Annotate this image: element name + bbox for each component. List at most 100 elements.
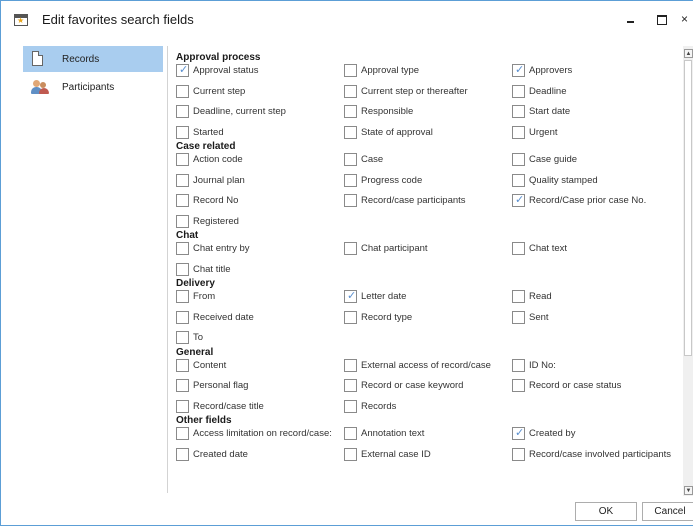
scroll-up-arrow-icon[interactable]: ▲ (684, 49, 693, 58)
checkbox-label: Approval status (193, 65, 259, 76)
checkbox-label: Records (361, 400, 397, 412)
checkbox-label: Start date (529, 106, 571, 117)
checkbox-label: Annotation text (361, 428, 425, 439)
checkbox-box[interactable]: ✓ (344, 379, 357, 392)
checkbox-label: Content (193, 359, 227, 371)
favorites-star-icon: ★ (14, 14, 28, 26)
checkbox-label: Case (361, 154, 384, 165)
checkbox-box[interactable]: ✓ (512, 447, 525, 461)
checkbox-label: Record/case involved participants (529, 448, 672, 460)
checkbox-label: Read (529, 291, 552, 302)
checkbox-box[interactable]: ✓ (344, 105, 357, 118)
checkbox-box[interactable]: ✓ (176, 214, 189, 228)
scroll-down-arrow-icon[interactable]: ▼ (684, 486, 693, 495)
checkbox-box[interactable]: ✓ (344, 173, 357, 187)
checkbox-box[interactable]: ✓ (344, 427, 357, 440)
maximize-button[interactable] (652, 10, 672, 28)
scroll-thumb[interactable] (684, 60, 692, 356)
checkbox-label: ID No: (529, 359, 556, 371)
checkbox-box[interactable]: ✓ (176, 125, 189, 139)
checkbox-box[interactable]: ✓ (512, 242, 525, 255)
checkbox-box[interactable]: ✓ (344, 310, 357, 324)
checkbox-label: Responsible (361, 106, 414, 117)
checkbox-box[interactable]: ✓ (344, 64, 357, 77)
group-header: Chat (176, 230, 199, 241)
checkbox-label: Current step or thereafter (361, 85, 468, 97)
group-header: Delivery (176, 278, 215, 289)
checkbox-box[interactable]: ✓ (176, 64, 189, 77)
checkbox-box[interactable]: ✓ (344, 358, 357, 372)
sidebar-item-records[interactable]: Records (23, 46, 163, 72)
checkbox-box[interactable]: ✓ (512, 64, 525, 77)
checkbox-box[interactable]: ✓ (512, 84, 525, 98)
checkbox-label: Record/Case prior case No. (529, 195, 647, 206)
checkbox-box[interactable]: ✓ (344, 242, 357, 255)
checkbox-box[interactable]: ✓ (344, 447, 357, 461)
checkbox-box[interactable]: ✓ (176, 153, 189, 166)
checkbox-label: To (193, 332, 204, 343)
checkbox-box[interactable]: ✓ (512, 153, 525, 166)
checkbox-box[interactable]: ✓ (512, 194, 525, 207)
checkbox-label: Record/case participants (361, 195, 466, 206)
checkbox-label: Approvers (529, 65, 573, 76)
checkbox-box[interactable]: ✓ (344, 399, 357, 413)
checkbox-label: Chat entry by (193, 243, 250, 254)
checkbox-box[interactable]: ✓ (512, 379, 525, 392)
checkbox-box[interactable]: ✓ (176, 358, 189, 372)
checkbox-box[interactable]: ✓ (512, 358, 525, 372)
checkbox-box[interactable]: ✓ (176, 194, 189, 207)
checkbox-box[interactable]: ✓ (176, 290, 189, 303)
checkbox-box[interactable]: ✓ (512, 125, 525, 139)
checkbox-label: Record or case status (529, 380, 622, 391)
checkbox-box[interactable]: ✓ (176, 399, 189, 413)
close-button[interactable]: × (681, 10, 693, 28)
checkbox-label: Access limitation on record/case: (193, 428, 332, 439)
checkbox-box[interactable]: ✓ (176, 447, 189, 461)
checkbox-label: State of approval (361, 126, 433, 138)
group-header: Other fields (176, 415, 232, 426)
checkbox-box[interactable]: ✓ (176, 427, 189, 440)
checkbox-box[interactable]: ✓ (176, 84, 189, 98)
checkbox-label: Approval type (361, 65, 420, 76)
checkbox-label: Chat text (529, 243, 568, 254)
checkmark-icon: ✓ (179, 64, 189, 76)
checkmark-icon: ✓ (347, 290, 357, 302)
checkbox-box[interactable]: ✓ (176, 331, 189, 344)
checkbox-box[interactable]: ✓ (176, 105, 189, 118)
checkbox-label: Journal plan (193, 174, 245, 186)
checkbox-box[interactable]: ✓ (176, 173, 189, 187)
checkbox-box[interactable]: ✓ (512, 105, 525, 118)
checkbox-label: External case ID (361, 448, 431, 460)
sidebar-item-participants[interactable]: Participants (23, 76, 163, 102)
checkbox-label: Deadline, current step (193, 106, 286, 117)
checkbox-box[interactable]: ✓ (176, 379, 189, 392)
checkbox-box[interactable]: ✓ (512, 427, 525, 440)
category-sidebar: Records Participants (23, 46, 163, 496)
checkbox-box[interactable]: ✓ (344, 84, 357, 98)
checkbox-box[interactable]: ✓ (176, 242, 189, 255)
checkbox-box[interactable]: ✓ (176, 262, 189, 276)
vertical-scrollbar[interactable]: ▲ ▼ (683, 46, 693, 496)
checkbox-label: External access of record/case (361, 359, 491, 371)
checkbox-label: Started (193, 126, 224, 138)
checkbox-label: Progress code (361, 174, 423, 186)
checkbox-box[interactable]: ✓ (512, 290, 525, 303)
ok-button[interactable]: OK (575, 502, 637, 521)
checkbox-box[interactable]: ✓ (344, 194, 357, 207)
checkbox-label: Action code (193, 154, 243, 165)
title-bar: ★ Edit favorites search fields × (1, 1, 693, 39)
checkbox-label: Record type (361, 311, 413, 323)
checkbox-box[interactable]: ✓ (344, 153, 357, 166)
checkbox-box[interactable]: ✓ (176, 310, 189, 324)
checkbox-label: From (193, 291, 216, 302)
minimize-button[interactable] (621, 10, 641, 28)
checkbox-label: Case guide (529, 154, 578, 165)
checkbox-label: Record or case keyword (361, 380, 464, 391)
edit-favorites-dialog: ★ Edit favorites search fields × Records… (0, 0, 693, 526)
checkbox-box[interactable]: ✓ (344, 125, 357, 139)
checkbox-box[interactable]: ✓ (344, 290, 357, 303)
cancel-button[interactable]: Cancel (642, 502, 693, 521)
checkbox-label: Sent (529, 311, 549, 323)
checkbox-box[interactable]: ✓ (512, 310, 525, 324)
checkbox-box[interactable]: ✓ (512, 173, 525, 187)
